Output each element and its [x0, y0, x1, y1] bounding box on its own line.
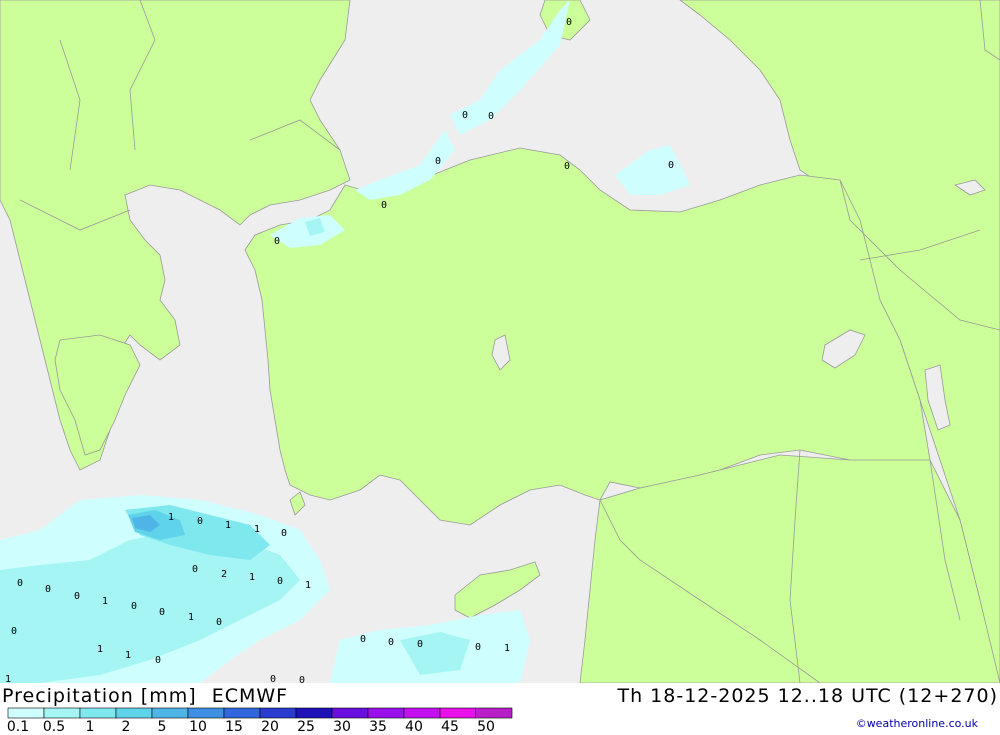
color-scale-swatch [43, 707, 81, 719]
precip-value-label: 0 [74, 591, 80, 602]
color-scale-swatch [7, 707, 45, 719]
precip-value-label: 0 [197, 516, 203, 527]
precip-value-label: 0 [488, 111, 494, 122]
precip-value-label: 1 [254, 524, 260, 535]
credit-link[interactable]: ©weatheronline.co.uk [856, 717, 978, 730]
precip-value-label: 0 [435, 156, 441, 167]
color-scale-swatch [223, 707, 261, 719]
footer-datetime: Th 18-12-2025 12..18 UTC (12+270) [617, 685, 998, 707]
precip-value-label: 0 [281, 528, 287, 539]
precip-value-label: 0 [475, 642, 481, 653]
precip-value-label: 0 [381, 200, 387, 211]
precip-value-label: 1 [125, 650, 131, 661]
color-scale-swatch [187, 707, 225, 719]
precip-value-label: 1 [225, 520, 231, 531]
precip-value-label: 0 [274, 236, 280, 247]
precip-value-label: 0 [216, 617, 222, 628]
precip-value-label: 0 [360, 634, 366, 645]
precip-value-label: 0 [462, 110, 468, 121]
precip-value-label: 0 [17, 578, 23, 589]
precip-value-label: 0 [388, 637, 394, 648]
precip-value-label: 1 [102, 596, 108, 607]
land-levant [579, 454, 1000, 683]
precip-value-label: 1 [168, 512, 174, 523]
precip-value-label: 0 [564, 161, 570, 172]
color-scale-swatch [439, 707, 477, 719]
color-scale-swatch [115, 707, 153, 719]
precip-value-label: 0 [159, 607, 165, 618]
precip-value-label: 0 [417, 639, 423, 650]
precip-value-label: 0 [299, 675, 305, 683]
color-scale-swatch [403, 707, 441, 719]
color-scale-swatch [367, 707, 405, 719]
map-footer: Precipitation [mm] ECMWF Th 18-12-2025 1… [0, 683, 1000, 735]
precip-value-label: 0 [566, 17, 572, 28]
color-scale-swatch [151, 707, 189, 719]
precip-value-label: 0 [668, 160, 674, 171]
precip-value-label: 0 [131, 601, 137, 612]
precip-value-label: 1 [305, 580, 311, 591]
color-scale-swatch [79, 707, 117, 719]
precip-value-label: 1 [5, 674, 11, 683]
precip-value-label: 1 [249, 572, 255, 583]
footer-title: Precipitation [mm] [2, 685, 197, 707]
precip-value-label: 0 [277, 576, 283, 587]
precip-value-label: 0 [11, 626, 17, 637]
precip-value-label: 2 [221, 569, 227, 580]
color-scale-swatch [331, 707, 369, 719]
precip-value-label: 1 [504, 643, 510, 654]
footer-model: ECMWF [211, 685, 289, 707]
color-scale-swatch [295, 707, 333, 719]
precip-value-label: 1 [188, 612, 194, 623]
precip-value-label: 0 [155, 655, 161, 666]
precip-value-label: 0 [45, 584, 51, 595]
precip-value-label: 1 [97, 644, 103, 655]
precip-value-label: 0 [192, 564, 198, 575]
precip-value-label: 0 [270, 674, 276, 683]
color-scale-swatch [259, 707, 297, 719]
precipitation-map: 0 0 0 0 0 0 0 0 1 0 1 1 0 0 2 1 0 1 0 0 0 1 0 0 1 0 0 1 1 0 0 0 0 0 1 0 0 1 [0, 0, 1000, 683]
